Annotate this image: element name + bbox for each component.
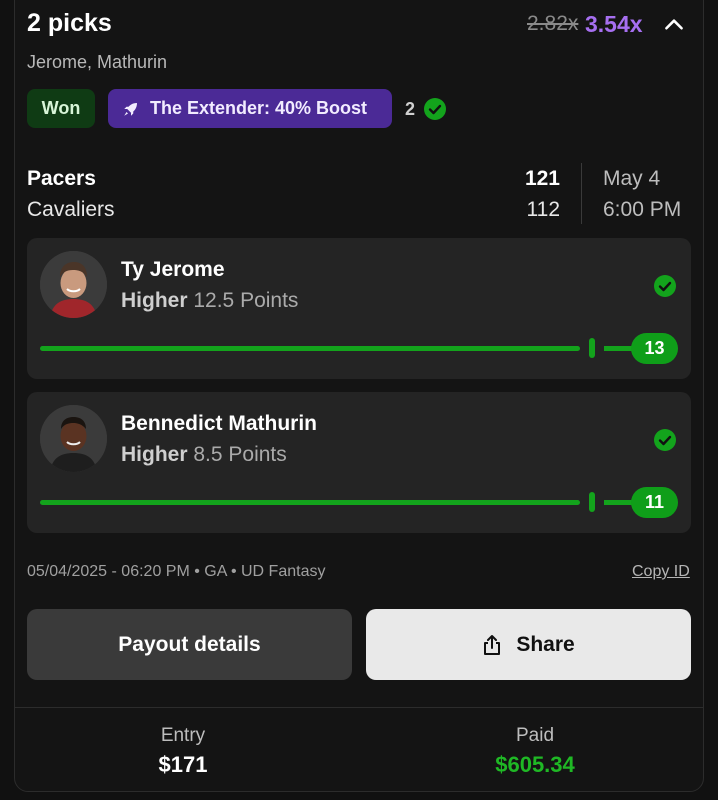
- pick-row[interactable]: Bennedict Mathurin Higher 8.5 Points 11: [27, 392, 691, 533]
- copy-id-link[interactable]: Copy ID: [632, 563, 690, 581]
- progress-bar: [40, 500, 580, 505]
- check-circle-icon: [654, 275, 676, 297]
- result-value: 11: [631, 487, 678, 518]
- share-icon: [484, 634, 501, 655]
- line-marker: [589, 338, 595, 358]
- boosted-multiplier: 3.54x: [585, 11, 643, 37]
- paid-label: Paid: [515, 725, 555, 746]
- pick-direction: Higher: [121, 443, 188, 466]
- progress-bar: [40, 346, 580, 351]
- pick-line: Higher 12.5 Points: [121, 289, 298, 313]
- entry-label: Entry: [160, 725, 206, 746]
- status-badge: Won: [27, 89, 95, 128]
- player-name: Bennedict Mathurin: [121, 412, 318, 435]
- pick-stat: 8.5 Points: [193, 443, 287, 466]
- chevron-up-icon[interactable]: [661, 12, 687, 38]
- entry-amount: $171: [158, 752, 208, 777]
- player-name: Ty Jerome: [121, 258, 225, 281]
- team-away: Cavaliers: [27, 198, 115, 221]
- share-button[interactable]: Share: [366, 609, 691, 680]
- progress-bar-overflow: [604, 500, 634, 505]
- paid-amount: $605.34: [495, 752, 575, 777]
- game-time: 6:00 PM: [603, 198, 682, 221]
- player-avatar: [40, 405, 107, 472]
- game-date: May 4: [603, 167, 661, 190]
- rocket-icon: [124, 102, 137, 116]
- pick-stat: 12.5 Points: [193, 289, 299, 312]
- pick-line: Higher 8.5 Points: [121, 443, 287, 467]
- pick-direction: Higher: [121, 289, 188, 312]
- team-away-score: 112: [526, 198, 560, 221]
- picks-title: 2 picks: [27, 9, 112, 37]
- wins-count: 2: [405, 99, 416, 119]
- boost-label: The Extender: 40% Boost: [150, 98, 368, 118]
- footer-divider: [15, 707, 703, 708]
- progress-bar-overflow: [604, 346, 634, 351]
- divider: [581, 163, 582, 224]
- entry-meta: 05/04/2025 - 06:20 PM • GA • UD Fantasy: [27, 563, 326, 580]
- result-value: 13: [631, 333, 678, 364]
- players-summary: Jerome, Mathurin: [27, 52, 168, 72]
- line-marker: [589, 492, 595, 512]
- player-avatar: [40, 251, 107, 318]
- share-label: Share: [516, 632, 575, 656]
- original-multiplier: 2.82x: [527, 12, 579, 35]
- payout-details-button[interactable]: Payout details: [27, 609, 352, 680]
- pick-row[interactable]: Ty Jerome Higher 12.5 Points 13: [27, 238, 691, 379]
- check-circle-icon: [424, 98, 446, 120]
- boost-badge[interactable]: The Extender: 40% Boost: [108, 89, 392, 128]
- team-home-score: 121: [524, 167, 560, 190]
- check-circle-icon: [654, 429, 676, 451]
- team-home: Pacers: [27, 167, 96, 190]
